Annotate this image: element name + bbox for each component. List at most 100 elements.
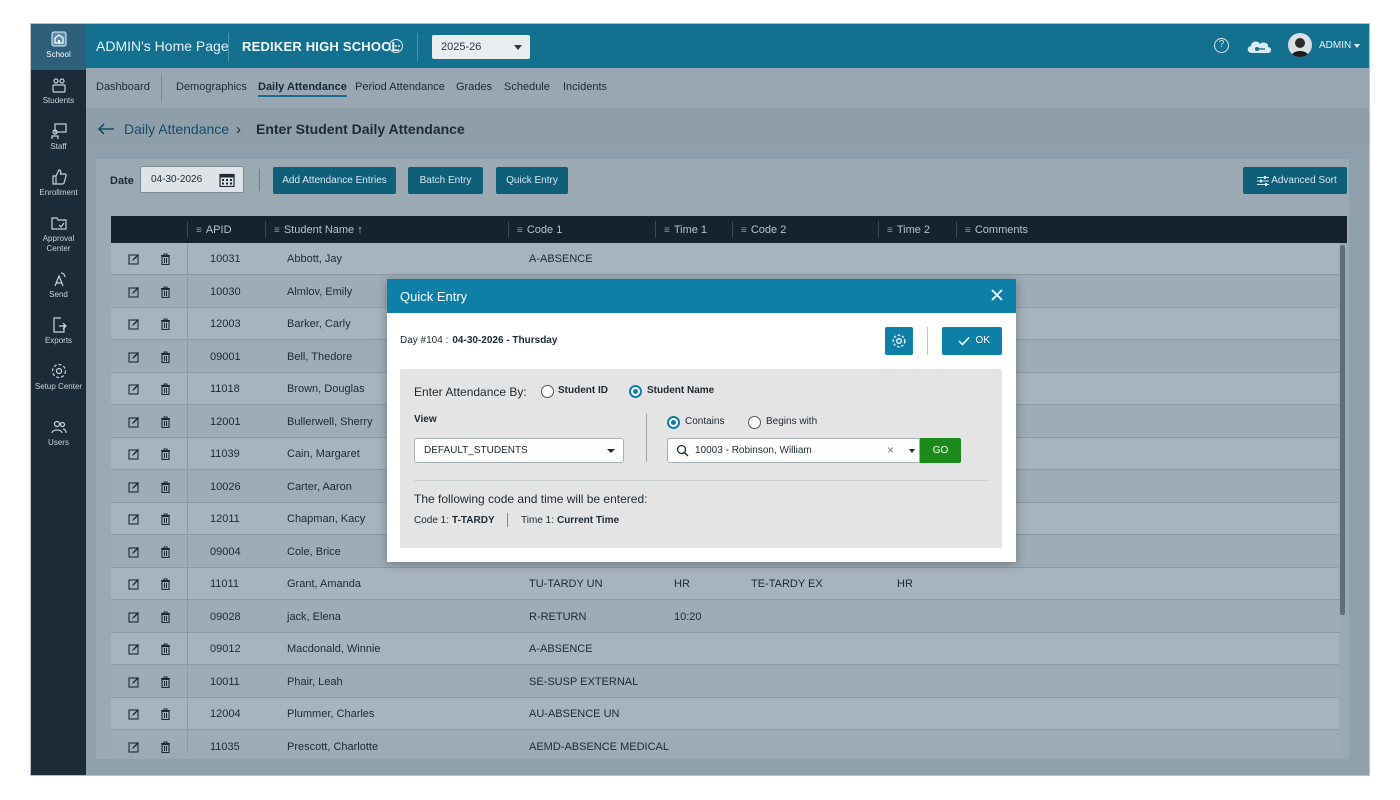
- chevron-down-icon[interactable]: [1354, 44, 1360, 48]
- delete-icon[interactable]: [160, 513, 171, 528]
- column-header-student-name[interactable]: Student Name ↑: [274, 224, 363, 236]
- delete-icon[interactable]: [160, 708, 171, 723]
- tab-daily-attendance[interactable]: Daily Attendance: [258, 81, 347, 97]
- delete-icon[interactable]: [160, 350, 171, 366]
- view-select[interactable]: DEFAULT_STUDENTS: [414, 438, 624, 463]
- quick-entry-button[interactable]: Quick Entry: [496, 167, 568, 194]
- delete-icon[interactable]: [160, 285, 171, 301]
- delete-icon[interactable]: [160, 448, 171, 463]
- edit-icon[interactable]: [128, 578, 140, 593]
- edit-icon[interactable]: [128, 643, 140, 658]
- edit-icon[interactable]: [128, 286, 140, 301]
- edit-icon[interactable]: [128, 318, 140, 333]
- delete-icon[interactable]: [160, 480, 171, 496]
- edit-icon[interactable]: [128, 416, 140, 431]
- radio-begins-with-label[interactable]: Begins with: [766, 416, 817, 427]
- edit-icon[interactable]: [128, 481, 140, 496]
- sidebar-item-staff[interactable]: Staff: [31, 116, 86, 162]
- student-search-input[interactable]: 10003 - Robinson, William ×: [667, 438, 920, 463]
- table-row[interactable]: 10031 Abbott, Jay A-ABSENCE: [111, 243, 1339, 275]
- edit-icon[interactable]: [128, 383, 140, 398]
- sidebar-item-users[interactable]: Users: [31, 412, 86, 458]
- tab-grades[interactable]: Grades: [456, 81, 492, 93]
- delete-icon[interactable]: [160, 740, 171, 754]
- go-button[interactable]: GO: [920, 438, 961, 463]
- table-row[interactable]: 12004 Plummer, Charles AU-ABSENCE UN: [111, 698, 1339, 730]
- edit-icon[interactable]: [128, 546, 140, 561]
- column-header-code-2[interactable]: Code 2: [741, 224, 786, 236]
- help-icon[interactable]: ?: [1214, 38, 1229, 53]
- delete-icon[interactable]: [160, 415, 171, 431]
- delete-icon[interactable]: [160, 578, 171, 593]
- school-year-select[interactable]: 2025-26: [432, 35, 530, 59]
- edit-icon[interactable]: [128, 708, 140, 723]
- calendar-icon[interactable]: [219, 173, 235, 187]
- edit-icon[interactable]: [128, 741, 140, 754]
- avatar[interactable]: [1288, 33, 1312, 57]
- delete-icon[interactable]: [160, 610, 171, 626]
- tab-schedule[interactable]: Schedule: [504, 81, 550, 93]
- cloud-key-icon[interactable]: [1244, 36, 1274, 56]
- table-row[interactable]: 09028 jack, Elena R-RETURN 10:20: [111, 600, 1339, 633]
- home-page-link[interactable]: ADMIN's Home Page: [96, 38, 229, 54]
- delete-icon[interactable]: [160, 643, 171, 658]
- breadcrumb-parent-link[interactable]: Daily Attendance: [124, 121, 229, 137]
- sidebar-item-students[interactable]: Students: [31, 70, 86, 116]
- sidebar-item-school[interactable]: School: [31, 24, 86, 70]
- table-row[interactable]: 11011 Grant, Amanda TU-TARDY UN HR TE-TARDY …: [111, 568, 1339, 600]
- edit-icon[interactable]: [128, 513, 140, 528]
- delete-icon[interactable]: [160, 383, 171, 398]
- tab-period-attendance[interactable]: Period Attendance: [355, 81, 445, 93]
- column-header-comments[interactable]: Comments: [965, 224, 1028, 236]
- advanced-sort-button[interactable]: Advanced Sort: [1243, 167, 1347, 194]
- radio-student-id[interactable]: [541, 385, 554, 398]
- sidebar-item-approval-center[interactable]: Approval Center: [31, 208, 86, 254]
- sidebar-item-setup-center[interactable]: Setup Center: [31, 356, 86, 402]
- clear-icon[interactable]: ×: [887, 443, 894, 457]
- tab-incidents[interactable]: Incidents: [563, 81, 607, 93]
- column-header-time-1[interactable]: Time 1: [664, 224, 707, 236]
- batch-entry-button[interactable]: Batch Entry: [408, 167, 483, 194]
- sidebar-item-label: Setup Center: [34, 382, 83, 391]
- delete-icon[interactable]: [160, 253, 171, 268]
- chevron-down-icon[interactable]: [909, 449, 915, 453]
- radio-student-id-label[interactable]: Student ID: [558, 385, 608, 396]
- tab-dashboard[interactable]: Dashboard: [96, 81, 150, 93]
- close-icon[interactable]: [988, 286, 1006, 304]
- settings-button[interactable]: [885, 327, 913, 355]
- sidebar-item-send[interactable]: Send: [31, 264, 86, 310]
- edit-icon[interactable]: [128, 676, 140, 691]
- add-attendance-entries-button[interactable]: Add Attendance Entries: [273, 167, 396, 194]
- table-scrollbar[interactable]: [1340, 245, 1345, 615]
- edit-icon[interactable]: [128, 351, 140, 366]
- radio-begins-with[interactable]: [748, 416, 761, 429]
- radio-student-name[interactable]: [629, 385, 642, 398]
- radio-contains[interactable]: [667, 416, 680, 429]
- column-header-time-2[interactable]: Time 2: [887, 224, 930, 236]
- table-row[interactable]: 11035 Prescott, Charlotte AEMD-ABSENCE MED…: [111, 730, 1339, 754]
- edit-icon[interactable]: [128, 611, 140, 626]
- edit-icon[interactable]: [128, 253, 140, 268]
- sidebar-item-exports[interactable]: Exports: [31, 310, 86, 356]
- tab-demographics[interactable]: Demographics: [176, 81, 247, 93]
- column-header-code-1[interactable]: Code 1: [517, 224, 562, 236]
- cell-code1: A-ABSENCE: [529, 253, 593, 265]
- date-input[interactable]: 04-30-2026: [140, 166, 244, 193]
- delete-icon[interactable]: [160, 318, 171, 333]
- sidebar-item-label: Exports: [44, 336, 73, 345]
- back-arrow-icon[interactable]: [96, 122, 116, 136]
- more-options-icon[interactable]: [389, 39, 403, 53]
- radio-student-name-label[interactable]: Student Name: [647, 385, 714, 396]
- delete-icon[interactable]: [160, 545, 171, 561]
- school-name[interactable]: REDIKER HIGH SCHOOL: [242, 39, 400, 54]
- table-row[interactable]: 09012 Macdonald, Winnie A-ABSENCE: [111, 633, 1339, 665]
- ok-button[interactable]: OK: [942, 327, 1002, 355]
- delete-icon[interactable]: [160, 675, 171, 691]
- edit-icon[interactable]: [128, 448, 140, 463]
- cell-code1: AEMD-ABSENCE MEDICAL: [529, 740, 669, 753]
- sidebar-item-enrollment[interactable]: Enrollment: [31, 162, 86, 208]
- radio-contains-label[interactable]: Contains: [685, 416, 724, 427]
- table-row[interactable]: 10011 Phair, Leah SE-SUSP EXTERNAL: [111, 665, 1339, 698]
- column-header-apid[interactable]: APID: [196, 224, 232, 236]
- user-menu[interactable]: ADMIN: [1319, 40, 1351, 51]
